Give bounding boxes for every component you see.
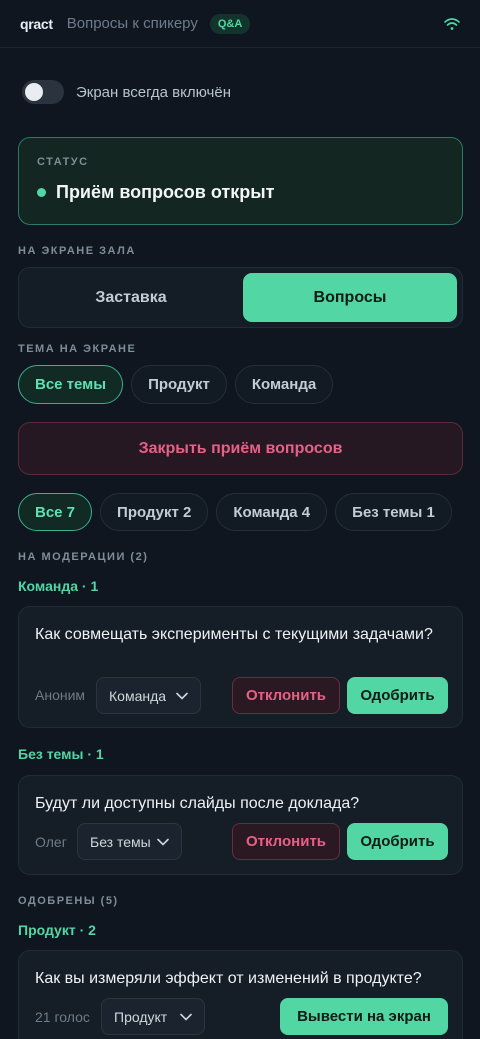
approve-button[interactable]: Одобрить xyxy=(347,677,448,714)
reject-button[interactable]: Отклонить xyxy=(232,823,340,860)
topic-select-value: Команда xyxy=(109,687,167,704)
screen-topic-caption: ТЕМА НА ЭКРАНЕ xyxy=(18,343,137,355)
topic-select-value: Продукт xyxy=(114,1008,168,1025)
screen-always-on-row: Экран всегда включён xyxy=(22,78,231,106)
question-card: Будут ли доступны слайды после доклада? … xyxy=(18,775,463,875)
question-text: Будут ли доступны слайды после доклада? xyxy=(35,795,360,812)
filter-chips: Все 7 Продукт 2 Команда 4 Без темы 1 xyxy=(18,493,452,531)
approve-button[interactable]: Одобрить xyxy=(347,823,448,860)
topic-chip-all[interactable]: Все темы xyxy=(18,365,124,404)
question-text: Как совмещать эксперименты с текущими за… xyxy=(35,626,433,643)
question-author: Аноним xyxy=(35,687,86,703)
question-card: Как вы измеряли эффект от изменений в пр… xyxy=(18,950,463,1039)
qa-badge: Q&A xyxy=(209,13,251,34)
topic-chip-team[interactable]: Команда xyxy=(234,365,334,404)
screen-always-on-label: Экран всегда включён xyxy=(76,83,231,101)
status-caption: СТАТУС xyxy=(37,156,89,168)
close-questions-button[interactable]: Закрыть приём вопросов xyxy=(18,422,463,475)
group-title: Продукт · 2 xyxy=(18,922,96,938)
screen-always-on-toggle[interactable] xyxy=(22,80,64,104)
group-title: Без темы · 1 xyxy=(18,746,104,762)
segment-questions[interactable]: Вопросы xyxy=(243,273,457,322)
chevron-down-icon xyxy=(157,838,169,846)
hall-screen-caption: НА ЭКРАНЕ ЗАЛА xyxy=(18,245,136,257)
filter-chip-all[interactable]: Все 7 xyxy=(18,493,93,531)
topic-select[interactable]: Продукт xyxy=(101,998,205,1035)
moderation-caption: НА МОДЕРАЦИИ (2) xyxy=(18,551,149,563)
question-card: Как совмещать эксперименты с текущими за… xyxy=(18,606,463,728)
toggle-knob xyxy=(25,83,43,101)
reject-button[interactable]: Отклонить xyxy=(232,677,340,714)
status-text: Приём вопросов открыт xyxy=(56,182,275,202)
screen-topic-chips: Все темы Продукт Команда xyxy=(18,365,334,404)
hall-screen-segmented-control: Заставка Вопросы xyxy=(18,267,463,328)
page-title: Вопросы к спикеру xyxy=(66,15,198,32)
group-title: Команда · 1 xyxy=(18,578,99,594)
chevron-down-icon xyxy=(180,1013,192,1021)
filter-chip-team[interactable]: Команда 4 xyxy=(216,493,328,531)
approved-caption: ОДОБРЕНЫ (5) xyxy=(18,895,119,907)
vote-count: 21 голос xyxy=(35,1009,90,1025)
question-author: Олег xyxy=(35,834,67,850)
status-card: СТАТУС Приём вопросов открыт xyxy=(18,137,463,225)
connection-icon xyxy=(444,17,460,30)
status-dot-icon xyxy=(37,188,46,197)
app-header: qract Вопросы к спикеру Q&A xyxy=(0,0,480,48)
show-on-screen-button[interactable]: Вывести на экран xyxy=(280,998,448,1035)
topic-select[interactable]: Без темы xyxy=(77,823,182,860)
filter-chip-product[interactable]: Продукт 2 xyxy=(100,493,209,531)
topic-select[interactable]: Команда xyxy=(96,677,201,714)
chevron-down-icon xyxy=(176,692,188,700)
segment-screensaver[interactable]: Заставка xyxy=(24,273,238,322)
topic-chip-product[interactable]: Продукт xyxy=(131,365,227,404)
app-logo: qract xyxy=(20,15,53,32)
filter-chip-no-topic[interactable]: Без темы 1 xyxy=(335,493,452,531)
question-text: Как вы измеряли эффект от изменений в пр… xyxy=(35,970,422,987)
topic-select-value: Без темы xyxy=(90,833,151,850)
